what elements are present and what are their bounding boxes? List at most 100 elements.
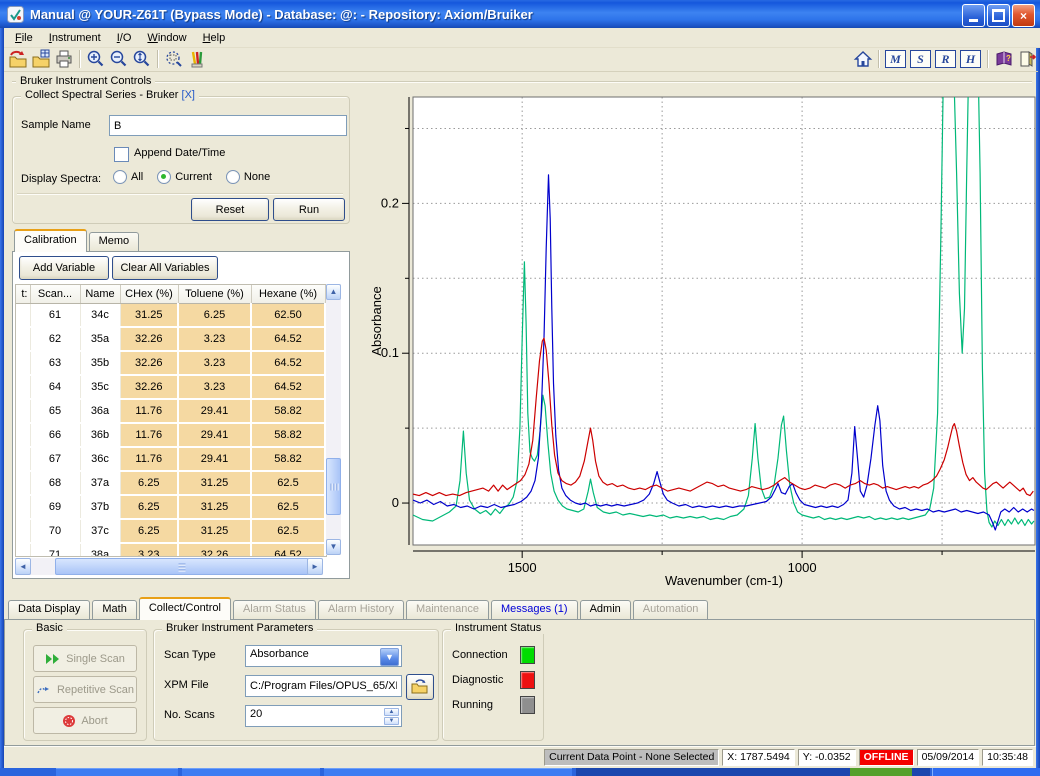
windows-taskbar[interactable] [0,768,1040,776]
bottom-tab-messages-1-[interactable]: Messages (1) [491,600,578,619]
cell [16,471,30,495]
zoom-out-icon[interactable] [107,48,130,70]
zoom-height-icon[interactable] [130,48,153,70]
radio-label: All [131,171,143,183]
menu-item-io[interactable]: I/O [110,30,139,46]
column-header-toluene[interactable]: Toluene (%) [178,285,251,304]
menu-item-file[interactable]: File [8,30,40,46]
table-row[interactable]: 6134c31.256.2562.50 [16,304,325,328]
table-row[interactable]: 6435c32.263.2364.52 [16,375,325,399]
chevron-down-icon[interactable]: ▼ [380,648,399,666]
append-datetime-checkbox[interactable] [114,147,129,162]
no-scans-stepper[interactable]: 20 ▲▼ [245,705,402,727]
cell: 32.26 [120,375,178,399]
home-icon[interactable] [851,48,874,70]
taskbar-button[interactable] [324,768,572,776]
taskbar-tray[interactable] [932,768,1040,776]
menu-item-instrument[interactable]: Instrument [42,30,108,46]
column-header-scan[interactable]: Scan... [30,285,80,304]
bottom-tab-data-display[interactable]: Data Display [8,600,90,619]
table-row[interactable]: 6837a6.2531.2562.5 [16,471,325,495]
clear-all-variables-button[interactable]: Clear All Variables [112,256,218,280]
title-bar[interactable]: Manual @ YOUR-Z61T (Bypass Mode) - Datab… [0,0,1040,28]
print-icon[interactable] [52,48,75,70]
vertical-scroll-thumb[interactable] [326,458,341,515]
table-row[interactable]: 6636b11.7629.4158.82 [16,423,325,447]
help-book-icon[interactable]: ? [992,48,1015,70]
cell: 6.25 [120,495,178,519]
button-label: Single Scan [66,653,125,665]
bottom-tab-collect-control[interactable]: Collect/Control [139,597,231,620]
sample-name-input[interactable] [109,115,347,136]
close-button[interactable]: × [1012,4,1035,27]
spectra-chart[interactable]: 1500100000.10.2Wavenumber (cm-1)Absorban… [365,88,1040,590]
collect-close-x[interactable]: [X] [182,89,195,101]
menu-item-window[interactable]: Window [140,30,193,46]
status-bar: Current Data Point - None SelectedX: 178… [4,746,1036,768]
reset-button[interactable]: Reset [191,198,269,221]
zoom-region-icon[interactable] [162,48,185,70]
play-icon [45,653,61,665]
table-row[interactable]: 6736c11.7629.4158.82 [16,447,325,471]
button-repetitive-scan[interactable]: Repetitive Scan [33,676,137,703]
run-button[interactable]: Run [273,198,345,221]
radio-current[interactable]: Current [157,170,212,184]
table-row[interactable]: 7037c6.2531.2562.5 [16,519,325,543]
zoom-in-icon[interactable] [84,48,107,70]
spectra-chart-area: 1500100000.10.2Wavenumber (cm-1)Absorban… [365,88,1040,590]
scroll-up-icon[interactable]: ▲ [326,284,341,300]
scroll-down-icon[interactable]: ▼ [326,539,341,555]
xpm-file-input[interactable] [245,675,402,697]
tab-calibration[interactable]: Calibration [14,229,87,252]
save-to-database-icon[interactable] [29,48,52,70]
spin-up-icon[interactable]: ▲ [384,708,399,716]
taskbar-button[interactable] [56,768,178,776]
toolbar-letter-button-r[interactable]: R [935,50,956,68]
tab-memo[interactable]: Memo [89,232,140,251]
toolbar-separator [878,50,879,68]
minimize-button[interactable] [962,4,985,27]
maximize-button[interactable] [987,4,1010,27]
column-header-name[interactable]: Name [80,285,120,304]
table-vertical-scrollbar[interactable]: ▲ ▼ [326,284,341,555]
table-row[interactable]: 6235a32.263.2364.52 [16,327,325,351]
toolbar-letter-button-m[interactable]: M [885,50,906,68]
taskbar-button[interactable] [182,768,320,776]
button-abort[interactable]: Abort [33,707,137,734]
radio-all[interactable]: All [113,170,143,184]
taskbar-button-highlight[interactable] [850,768,912,776]
horizontal-scroll-thumb[interactable] [55,558,309,575]
cell: 29.41 [178,447,251,471]
bottom-tab-admin[interactable]: Admin [580,600,631,619]
browse-xpm-button[interactable] [406,674,434,700]
application-window: Manual @ YOUR-Z61T (Bypass Mode) - Datab… [0,0,1040,776]
status-led-connection [520,646,535,664]
scroll-right-icon[interactable]: ► [307,558,323,575]
scan-type-combobox[interactable]: Absorbance ▼ [245,645,402,667]
scroll-left-icon[interactable]: ◄ [15,558,31,575]
recall-file-icon[interactable] [6,48,29,70]
append-datetime-label: Append Date/Time [134,147,225,159]
add-variable-button[interactable]: Add Variable [19,256,109,280]
no-scans-label: No. Scans [164,709,215,721]
calibration-table[interactable]: t:Scan...NameCHex (%)Toluene (%)Hexane (… [16,285,326,557]
toolbar-letter-button-s[interactable]: S [910,50,931,68]
spin-down-icon[interactable]: ▼ [384,717,399,725]
table-row[interactable]: 6536a11.7629.4158.82 [16,399,325,423]
menu-item-help[interactable]: Help [196,30,233,46]
toolbar-letter-button-h[interactable]: H [960,50,981,68]
table-row[interactable]: 6335b32.263.2364.52 [16,351,325,375]
bottom-tab-math[interactable]: Math [92,600,136,619]
column-header-chex[interactable]: CHex (%) [120,285,178,304]
exit-icon[interactable] [1015,48,1038,70]
table-row[interactable]: 6937b6.2531.2562.5 [16,495,325,519]
button-single-scan[interactable]: Single Scan [33,645,137,672]
table-row[interactable]: 7138a3.2332.2664.52 [16,543,325,557]
table-horizontal-scrollbar[interactable]: ◄ ► [15,558,323,575]
cell: 70 [30,519,80,543]
color-picker-icon[interactable] [185,48,208,70]
cell [16,519,30,543]
radio-none[interactable]: None [226,170,270,184]
column-header-t[interactable]: t: [16,285,30,304]
column-header-hexane[interactable]: Hexane (%) [251,285,325,304]
